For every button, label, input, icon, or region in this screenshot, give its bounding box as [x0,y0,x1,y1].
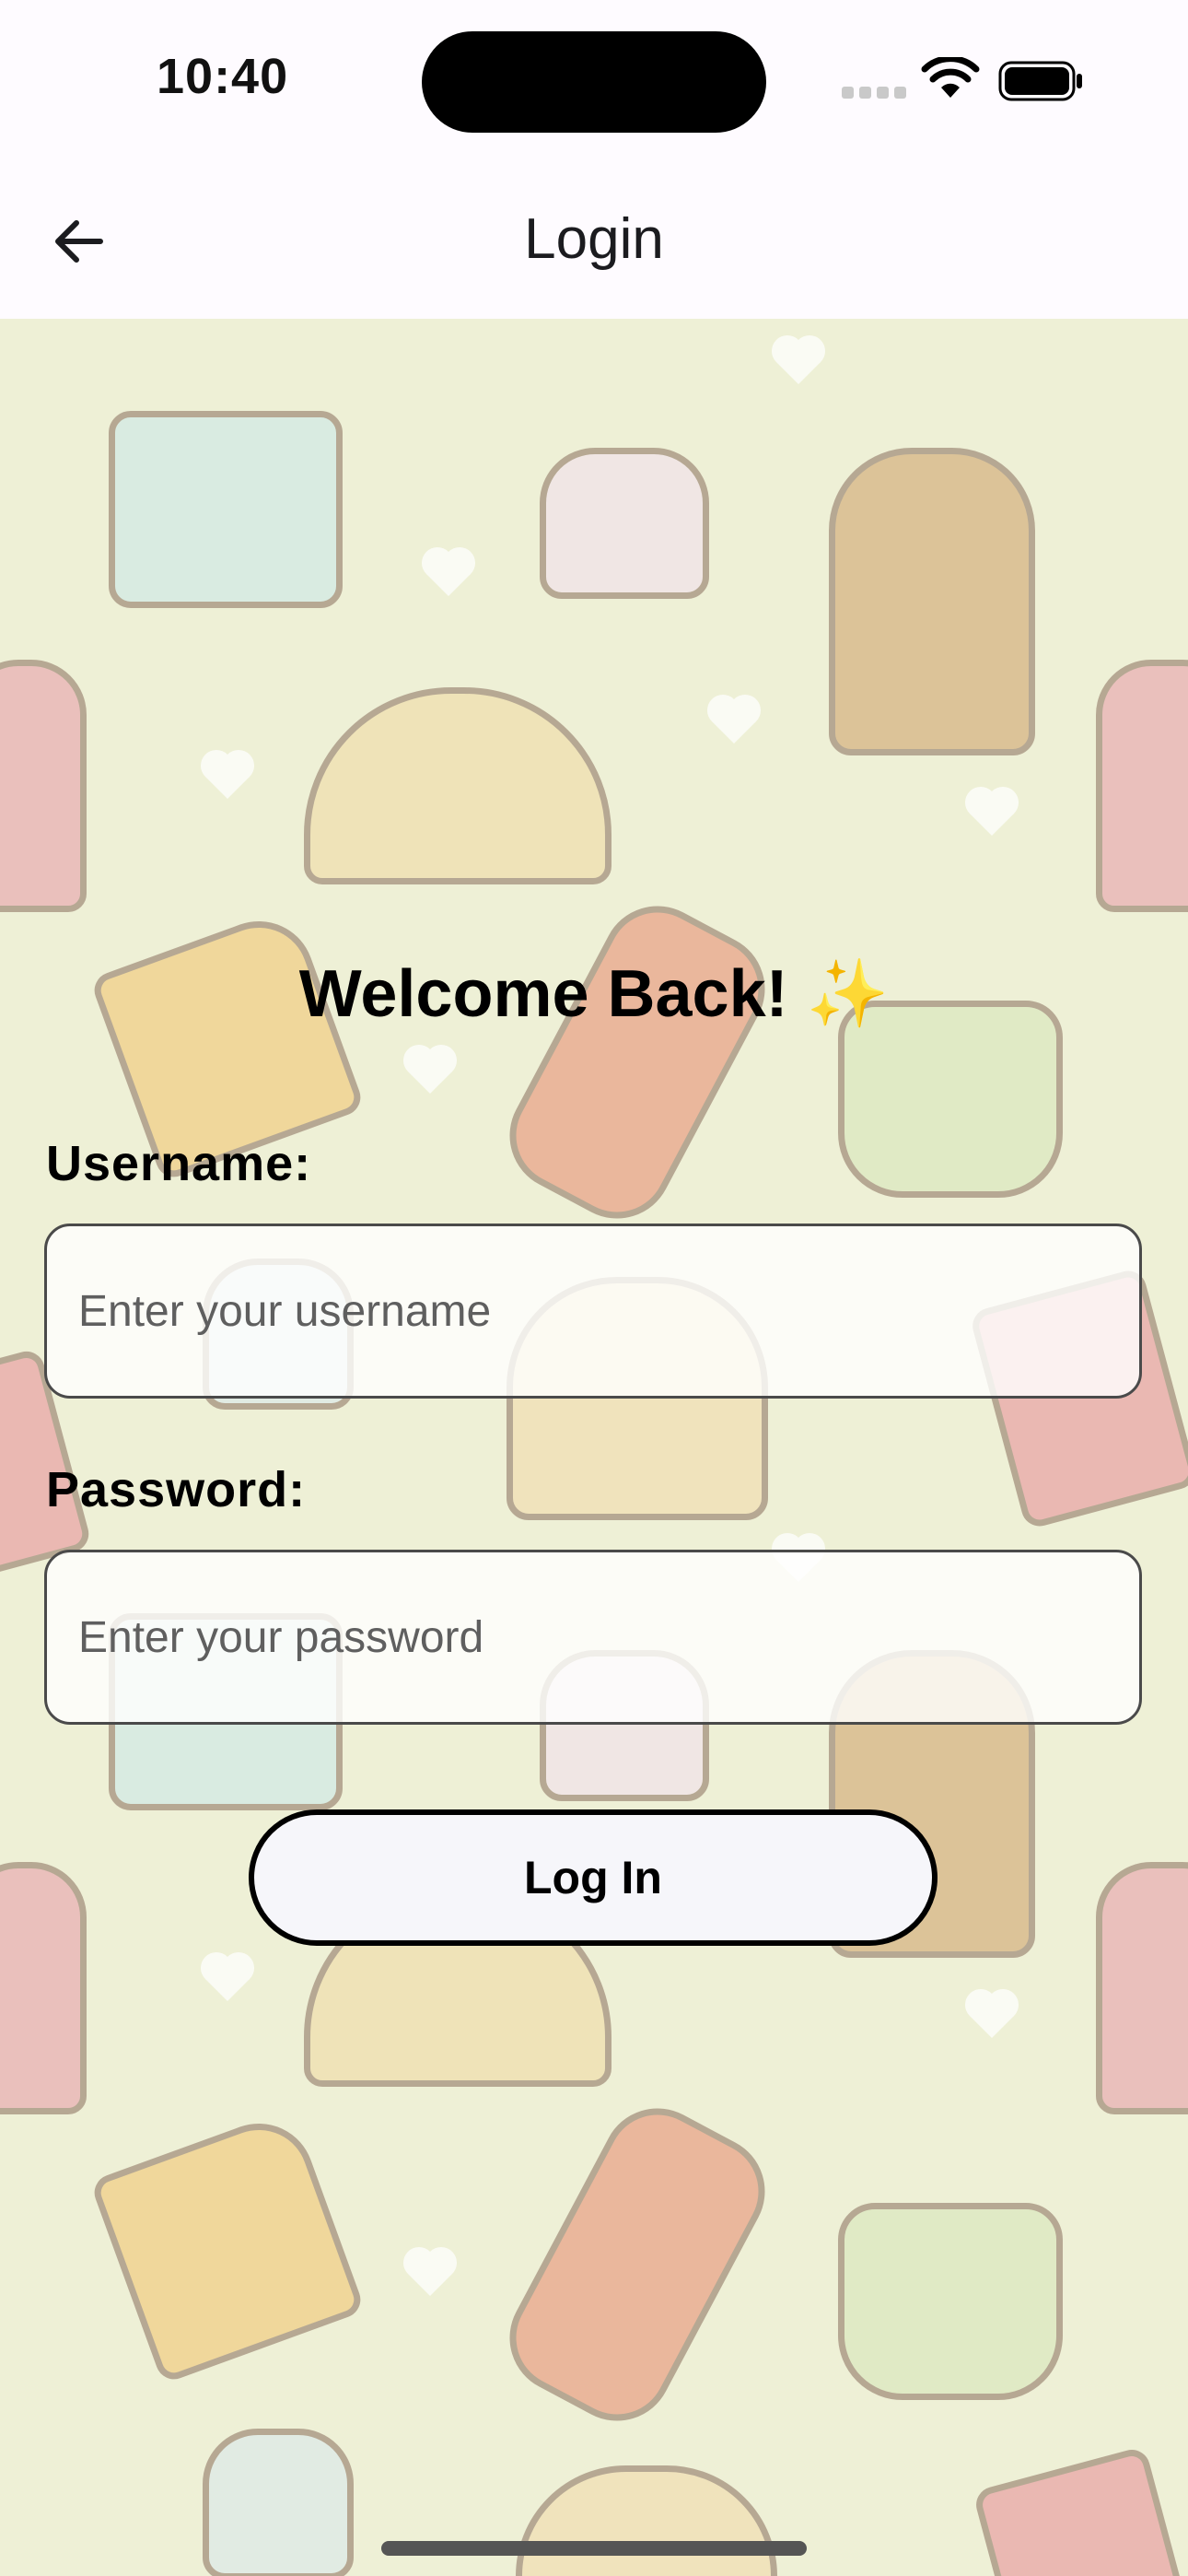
shaved-ice-doodle [540,448,709,599]
app-bar: Login [0,158,1188,319]
cupcake-doodle-2 [203,2429,354,2576]
username-label: Username: [46,1136,312,1191]
popsicle-doodle-2 [0,1862,87,2114]
heart-decoration [407,2251,453,2297]
home-indicator [381,2541,807,2556]
heart-decoration [425,551,472,597]
heart-decoration [969,790,1015,837]
popsicle-doodle-right [1096,660,1188,912]
password-input[interactable] [44,1550,1142,1725]
welcome-heading: Welcome Back! ✨ [298,957,890,1031]
fries-doodle-2 [972,2445,1188,2576]
username-input[interactable] [44,1224,1142,1399]
milk-carton-doodle [109,411,343,608]
pizza-doodle-2 [89,2108,366,2384]
heart-decoration [407,1048,453,1095]
popsicle-doodle [0,660,87,912]
battery-icon [998,61,1082,101]
log-in-button[interactable]: Log In [249,1809,938,1946]
taco-doodle [304,687,611,884]
heart-decoration [775,339,821,385]
toast-doodle-2 [516,2465,777,2576]
cellular-signal-icon [842,87,906,100]
status-bar: 10:40 [0,0,1188,158]
bunny-mug-doodle-2 [838,2203,1063,2400]
page-title: Login [524,207,664,271]
ketchup-bottle-doodle [490,886,785,1238]
password-label: Password: [46,1462,307,1517]
popsicle-doodle-right-2 [1096,1862,1188,2114]
bubble-tea-doodle [829,448,1035,755]
heart-decoration [204,1956,250,2002]
ketchup-bottle-doodle-2 [490,2089,785,2441]
dynamic-island [422,31,766,133]
wifi-icon [921,57,980,98]
heart-decoration [204,754,250,800]
heart-decoration [711,698,757,744]
status-time: 10:40 [157,49,289,104]
heart-decoration [969,1993,1015,2039]
food-pattern-background [0,319,1188,2576]
